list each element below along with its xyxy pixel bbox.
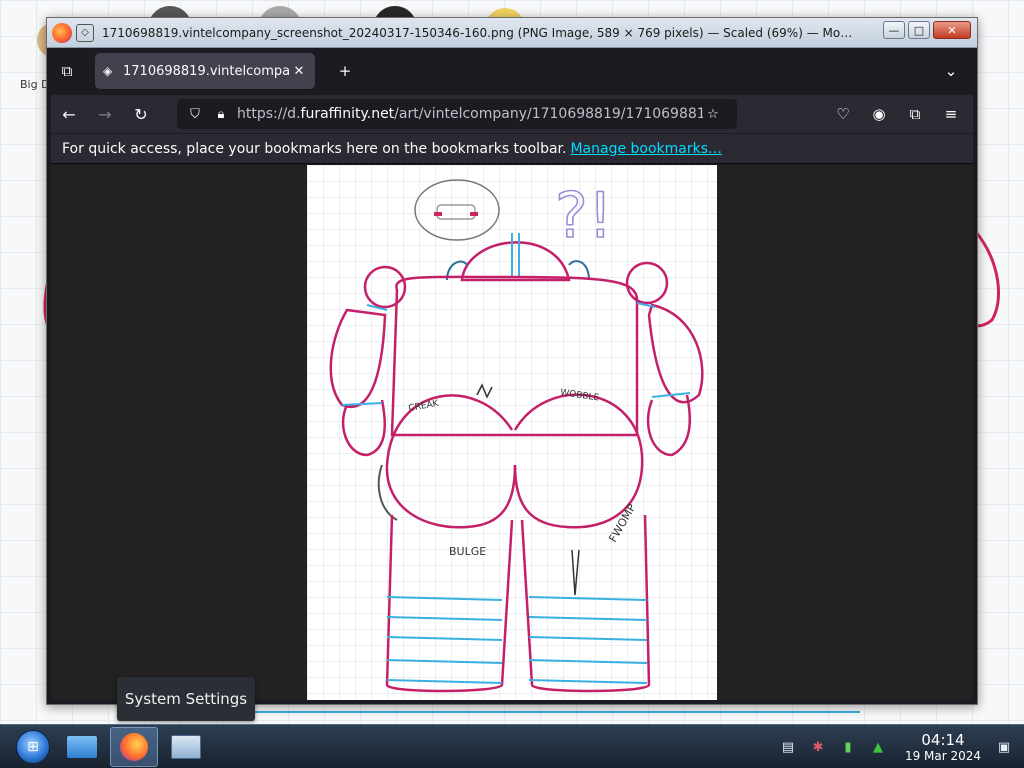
drawing-label-bulge: BULGE (449, 545, 486, 558)
task-file-manager[interactable] (58, 727, 106, 767)
url-text[interactable]: https://d.furaffinity.net/art/vintelcomp… (237, 106, 703, 122)
pocket-icon[interactable]: ♡ (827, 98, 859, 130)
robot-sketch: ?! CREAK WOBBLE BULGE FWOMP (329, 178, 704, 693)
clipboard-icon[interactable]: ▤ (778, 737, 798, 757)
bookmark-star-icon[interactable]: ☆ (703, 107, 723, 122)
taskbar: ⊞ ▤ ✱ ▮ ▲ 04:14 19 Mar 2024 ▣ (0, 724, 1024, 768)
minimize-button[interactable]: — (883, 21, 905, 39)
show-desktop-icon[interactable]: ▣ (994, 737, 1014, 757)
window-titlebar[interactable]: ◇ 1710698819.vintelcompany_screenshot_20… (47, 18, 977, 48)
system-tray: ▤ ✱ ▮ ▲ 04:14 19 Mar 2024 ▣ (778, 725, 1024, 768)
tab-bar: ⧉ ◈ 1710698819.vintelcompa ✕ + ⌄ (51, 49, 973, 93)
clock-date: 19 Mar 2024 (904, 748, 982, 763)
battery-icon[interactable]: ▮ (838, 737, 858, 757)
list-all-tabs-icon[interactable]: ⌄ (935, 55, 967, 87)
reload-button[interactable]: ↻ (123, 98, 159, 130)
menu-icon[interactable]: ≡ (935, 98, 967, 130)
lock-icon[interactable]: 🔒︎ (211, 107, 231, 122)
folder-icon (67, 736, 97, 758)
shield-icon[interactable]: ⛉ (185, 107, 205, 122)
drawing-image[interactable]: ?! CREAK WOBBLE BULGE FWOMP (307, 165, 717, 700)
firefox-icon[interactable] (52, 22, 72, 43)
clock-time: 04:14 (921, 730, 965, 749)
task-firefox[interactable] (110, 727, 158, 767)
clock[interactable]: 04:14 19 Mar 2024 (898, 730, 988, 763)
back-button[interactable]: ← (51, 98, 87, 130)
tab-title: 1710698819.vintelcompa (123, 63, 291, 79)
keep-above-icon[interactable]: ◇ (76, 23, 94, 42)
drawing-label-wobble: WOBBLE (560, 388, 600, 403)
firefox-icon (120, 733, 148, 761)
close-button[interactable]: ✕ (933, 21, 971, 39)
bookmarks-toolbar: For quick access, place your bookmarks h… (51, 134, 973, 164)
page-content: ?! CREAK WOBBLE BULGE FWOMP (51, 165, 973, 700)
start-menu-button[interactable]: ⊞ (16, 730, 50, 764)
forward-button[interactable]: → (87, 98, 123, 130)
navigation-bar: ← → ↻ ⛉ 🔒︎ https://d.furaffinity.net/art… (51, 95, 973, 133)
extensions-icon[interactable]: ⧉ (899, 98, 931, 130)
account-icon[interactable]: ◉ (863, 98, 895, 130)
task-system-settings[interactable] (162, 727, 210, 767)
furaffinity-favicon-icon: ◈ (103, 64, 113, 78)
view-recent-icon[interactable]: ⧉ (51, 55, 83, 87)
tab-close-icon[interactable]: ✕ (291, 64, 307, 79)
system-settings-icon (171, 735, 201, 759)
drawing-label-creak: CREAK (408, 399, 441, 414)
network-disconnected-icon[interactable]: ✱ (808, 737, 828, 757)
system-settings-tooltip: System Settings (117, 677, 255, 721)
drawing-label-exclaim: ?! (555, 179, 613, 252)
bookmarks-hint: For quick access, place your bookmarks h… (62, 140, 567, 157)
new-tab-button[interactable]: + (329, 55, 361, 87)
maximize-button[interactable]: □ (908, 21, 930, 39)
browser-window: ◇ 1710698819.vintelcompany_screenshot_20… (46, 17, 978, 705)
window-title: 1710698819.vintelcompany_screenshot_2024… (102, 25, 857, 40)
manage-bookmarks-link[interactable]: Manage bookmarks… (570, 141, 722, 157)
tab-image[interactable]: ◈ 1710698819.vintelcompa ✕ (95, 53, 315, 89)
drawing-label-fwomp: FWOMP (606, 501, 638, 544)
updates-arrow-icon[interactable]: ▲ (868, 737, 888, 757)
url-bar[interactable]: ⛉ 🔒︎ https://d.furaffinity.net/art/vinte… (177, 99, 737, 129)
